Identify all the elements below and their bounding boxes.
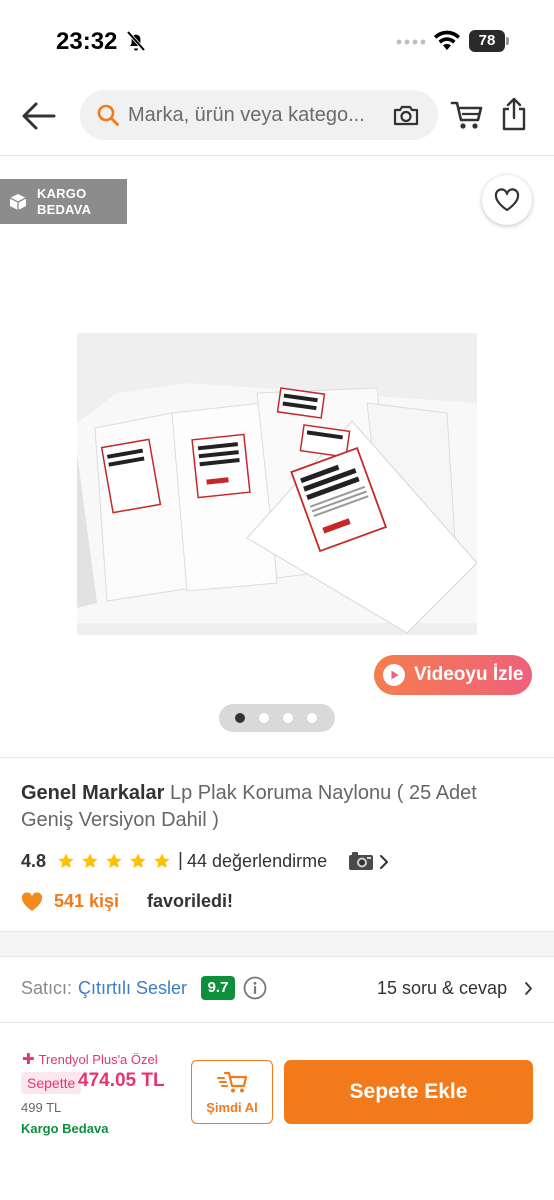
search-bar[interactable]: Marka, ürün veya katego... [80, 90, 438, 140]
package-icon [9, 194, 27, 210]
seller-score-badge: 9.7 [201, 976, 235, 1000]
free-shipping-badge: KARGO BEDAVA [0, 179, 127, 224]
seller-label: Satıcı: [21, 978, 73, 998]
add-to-cart-button[interactable]: Sepete Ekle [284, 1060, 533, 1124]
badge-line-1: KARGO [37, 186, 87, 201]
label-card-1 [100, 438, 162, 514]
plus-label-text: Trendyol Plus'a Özel [38, 1052, 158, 1067]
buy-now-label: Şimdi Al [206, 1100, 258, 1115]
chevron-right-icon [380, 855, 388, 869]
search-placeholder: Marka, ürün veya katego... [128, 104, 365, 126]
watch-video-label: Videoyu İzle [414, 664, 524, 685]
cart-price: Sepette 474.05 TL [21, 1070, 171, 1095]
favorites-summary: 541 kişi favoriledi! [21, 890, 421, 914]
orange-heart-icon [21, 892, 43, 911]
cart-icon[interactable] [450, 98, 484, 132]
product-title: Genel Markalar Lp Plak Koruma Naylonu ( … [21, 780, 533, 834]
plus-exclusive-label: ✚ Trendyol Plus'a Özel [22, 1050, 158, 1068]
battery-tip [506, 37, 509, 45]
seller-name-link[interactable]: Çıtırtılı Sesler [78, 978, 187, 999]
cart-price-tag: Sepette [21, 1072, 82, 1094]
rating-score: 4.8 [21, 851, 47, 871]
cart-price-value: 474.05 TL [78, 1070, 165, 1091]
pager-dot-2[interactable] [259, 713, 269, 723]
share-icon[interactable] [500, 96, 528, 132]
purchase-bar: ✚ Trendyol Plus'a Özel Sepette 474.05 TL … [0, 1023, 554, 1200]
questions-answers-link[interactable]: 15 soru & cevap [377, 978, 507, 999]
search-icon [97, 104, 119, 126]
battery-level: 78 [469, 30, 505, 52]
pager-dot-1[interactable] [235, 713, 245, 723]
clock: 23:32 [56, 28, 118, 55]
camera-icon[interactable] [392, 102, 420, 128]
image-pager[interactable] [219, 704, 335, 732]
signal-dots-icon [396, 39, 426, 45]
favorites-count: 541 kişi [54, 891, 120, 911]
info-icon[interactable] [243, 976, 267, 1000]
watch-video-button[interactable]: Videoyu İzle [374, 655, 532, 695]
play-icon [383, 664, 405, 686]
bell-muted-icon [126, 30, 146, 52]
top-navigation: Marka, ürün veya katego... [0, 80, 554, 156]
camera-emoji-icon [349, 852, 373, 870]
product-info: Genel Markalar Lp Plak Koruma Naylonu ( … [0, 757, 554, 931]
seller-row: Satıcı: Çıtırtılı Sesler 9.7 15 soru & c… [0, 957, 554, 1023]
favorites-text: favoriledi! [147, 891, 234, 911]
free-shipping-note: Kargo Bedava [21, 1121, 109, 1136]
plus-icon: ✚ [22, 1051, 35, 1068]
back-arrow-icon[interactable] [18, 98, 58, 134]
pager-dot-3[interactable] [283, 713, 293, 723]
star-rating-icon [58, 853, 170, 868]
favorite-button[interactable] [482, 175, 532, 225]
badge-line-2: BEDAVA [37, 202, 92, 217]
label-card-4 [299, 424, 351, 458]
label-card-2 [191, 433, 251, 499]
free-shipping-text: KARGO BEDAVA [37, 186, 91, 218]
rating-separator: | [178, 850, 183, 871]
review-count: 44 değerlendirme [187, 851, 328, 871]
status-bar: 23:32 78 [0, 0, 554, 80]
product-brand[interactable]: Genel Markalar [21, 782, 164, 804]
wifi-icon [434, 30, 460, 50]
heart-outline-icon [494, 188, 520, 212]
buy-now-button[interactable]: Şimdi Al [191, 1060, 273, 1124]
product-image[interactable] [77, 333, 477, 635]
cart-speed-icon [217, 1071, 248, 1093]
label-card-3 [276, 387, 326, 419]
pager-dot-4[interactable] [307, 713, 317, 723]
product-gallery[interactable]: KARGO BEDAVA Videoyu İzle [0, 157, 554, 757]
rating-summary[interactable]: 4.8 | 44 değerlendirme [21, 850, 541, 874]
original-price: 499 TL [21, 1100, 62, 1115]
section-divider [0, 931, 554, 957]
chevron-right-icon[interactable] [524, 981, 533, 996]
